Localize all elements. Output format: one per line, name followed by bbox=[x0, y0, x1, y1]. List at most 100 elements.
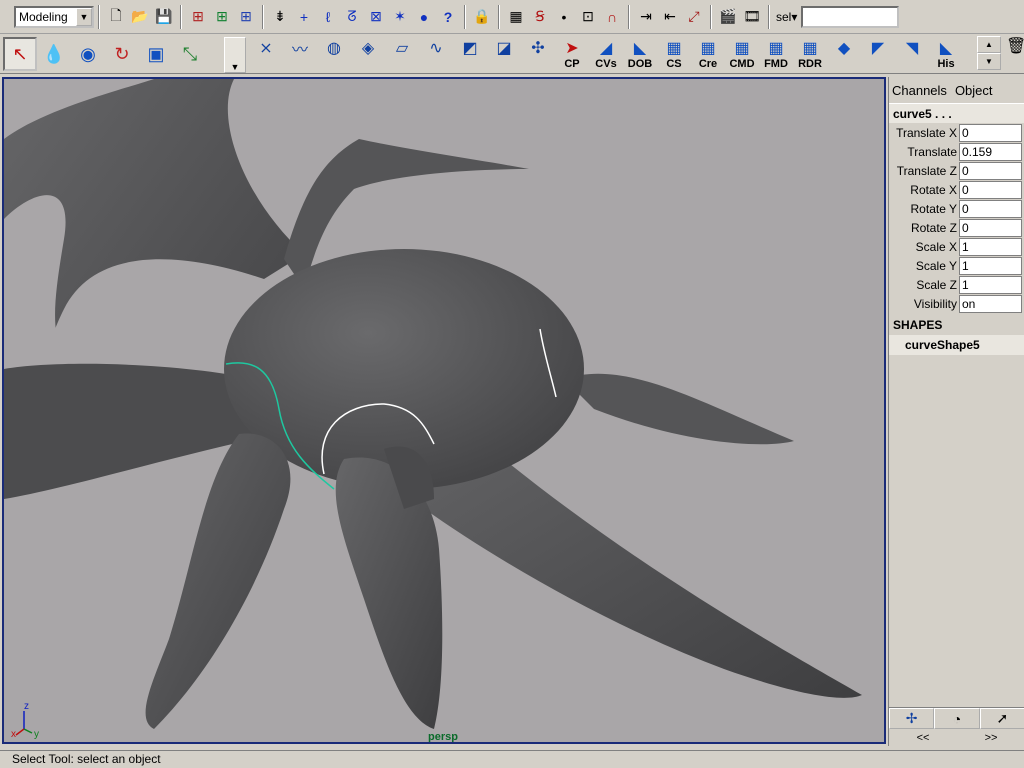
shelf-item[interactable]: ◣ His bbox=[929, 36, 963, 72]
select-mode-label[interactable]: sel ▾ bbox=[776, 10, 797, 24]
attribute-label[interactable]: Rotate Z bbox=[889, 221, 959, 235]
attribute-value-field[interactable]: 1 bbox=[959, 256, 1022, 275]
help-icon[interactable]: ? bbox=[437, 6, 459, 28]
make-live-icon[interactable]: ∩ bbox=[601, 6, 623, 28]
select-tool-icon[interactable]: ↖ bbox=[3, 37, 37, 71]
help-line: Select Tool: select an object bbox=[0, 750, 1024, 768]
trash-icon[interactable]: 🗑 bbox=[1006, 36, 1024, 56]
status-line: Modeling ▼ 🗋 📂 💾 ⊞ ⊞ ⊞ ⇟ + ℓ ᘔ ⊠ ✶ ● ? 🔒… bbox=[0, 0, 1024, 34]
shelf-item[interactable]: ◍ bbox=[317, 36, 351, 72]
select-object-icon[interactable]: ⊞ bbox=[211, 6, 233, 28]
shelf-item[interactable]: ◈ bbox=[351, 36, 385, 72]
shelf-item[interactable]: 〰 bbox=[283, 36, 317, 72]
shelf-item-icon: ◪ bbox=[496, 40, 512, 57]
object-menu[interactable]: Object bbox=[955, 83, 993, 98]
attribute-value-field[interactable]: 0 bbox=[959, 161, 1022, 180]
render-icon[interactable]: 🎬 bbox=[717, 6, 739, 28]
snap-grid-icon[interactable]: ▦ bbox=[505, 6, 527, 28]
select-component-icon[interactable]: ⊞ bbox=[235, 6, 257, 28]
shelf-item[interactable]: ▦ FMD bbox=[759, 36, 793, 72]
shelf-item[interactable]: ✣ bbox=[521, 36, 555, 72]
shelf-item[interactable]: ◩ bbox=[453, 36, 487, 72]
attribute-label[interactable]: Rotate Y bbox=[889, 202, 959, 216]
separator bbox=[98, 4, 100, 29]
attribute-row: Scale Z1 bbox=[889, 275, 1024, 294]
attribute-value-field[interactable]: 0.159 bbox=[959, 142, 1022, 161]
attribute-label[interactable]: Scale Y bbox=[889, 259, 959, 273]
shelf-scroll-up-button[interactable]: ▲ bbox=[977, 36, 1001, 53]
attribute-value-field[interactable]: 0 bbox=[959, 218, 1022, 237]
shelf-item[interactable]: ▦ Cre bbox=[691, 36, 725, 72]
select-dynamics-icon[interactable]: ● bbox=[413, 6, 435, 28]
select-joints-icon[interactable]: ℓ bbox=[317, 6, 339, 28]
open-scene-icon[interactable]: 📂 bbox=[129, 6, 151, 28]
shelf-item[interactable]: ▦ CMD bbox=[725, 36, 759, 72]
separator bbox=[498, 4, 500, 29]
select-by-name-input[interactable] bbox=[801, 5, 900, 28]
manipulator-icon[interactable]: ✢ bbox=[889, 708, 935, 729]
attribute-label[interactable]: Visibility bbox=[889, 297, 959, 311]
shelf-item[interactable]: ◤ bbox=[861, 36, 895, 72]
collapse-icon[interactable]: ⇟ bbox=[269, 6, 291, 28]
attribute-label[interactable]: Scale X bbox=[889, 240, 959, 254]
speed-icon[interactable]: ◔ bbox=[934, 708, 980, 729]
attribute-value-field[interactable]: 0 bbox=[959, 123, 1022, 142]
attribute-label[interactable]: Scale Z bbox=[889, 278, 959, 292]
arrow-icon[interactable]: ➚ bbox=[979, 708, 1024, 729]
shelf-menu-tab[interactable]: ▼ bbox=[224, 37, 246, 73]
menu-set-dropdown[interactable]: Modeling ▼ bbox=[14, 5, 94, 28]
shelf-item[interactable]: ▦ CS bbox=[657, 36, 691, 72]
attribute-value-field[interactable]: 1 bbox=[959, 237, 1022, 256]
shelf-item[interactable]: ◪ bbox=[487, 36, 521, 72]
separator bbox=[710, 4, 712, 29]
snap-point-icon[interactable]: • bbox=[553, 6, 575, 28]
shelf-item-icon: ◍ bbox=[327, 40, 341, 57]
perspective-viewport[interactable]: z x y persp bbox=[2, 77, 886, 744]
object-name[interactable]: curve5 . . . bbox=[889, 103, 1024, 123]
shelf-scroll-down-button[interactable]: ▼ bbox=[977, 53, 1001, 70]
select-curves-icon[interactable]: ᘔ bbox=[341, 6, 363, 28]
input-ops-icon[interactable]: ⇥ bbox=[635, 6, 657, 28]
shelf-item[interactable]: ⨯ bbox=[249, 36, 283, 72]
attribute-value-field[interactable]: 0 bbox=[959, 199, 1022, 218]
snap-view-icon[interactable]: ⊡ bbox=[577, 6, 599, 28]
attribute-value-field[interactable]: on bbox=[959, 294, 1022, 313]
save-scene-icon[interactable]: 💾 bbox=[153, 6, 175, 28]
select-surfaces-icon[interactable]: ⊠ bbox=[365, 6, 387, 28]
shelf-item[interactable]: ◣ DOB bbox=[623, 36, 657, 72]
attribute-label[interactable]: Translate Z bbox=[889, 164, 959, 178]
snap-curve-icon[interactable]: Ꞩ bbox=[529, 6, 551, 28]
shelf-item[interactable]: ◆ bbox=[827, 36, 861, 72]
shape-name[interactable]: curveShape5 bbox=[889, 335, 1024, 355]
lock-icon[interactable]: 🔒 bbox=[471, 6, 493, 28]
ipr-render-icon[interactable]: 🎞 bbox=[741, 6, 763, 28]
shelf-item[interactable]: ◥ bbox=[895, 36, 929, 72]
lasso-tool-icon[interactable]: 💧 bbox=[37, 37, 71, 71]
pager-prev-button[interactable]: << bbox=[889, 731, 957, 745]
attribute-value-field[interactable]: 1 bbox=[959, 275, 1022, 294]
construction-history-icon[interactable]: ⤢ bbox=[683, 6, 705, 28]
attribute-row: Translate Z0 bbox=[889, 161, 1024, 180]
shelf-item[interactable]: ▦ RDR bbox=[793, 36, 827, 72]
attribute-label[interactable]: Translate bbox=[889, 145, 959, 159]
channels-menu[interactable]: Channels bbox=[892, 83, 947, 98]
select-hierarchy-icon[interactable]: ⊞ bbox=[187, 6, 209, 28]
shelf-item[interactable]: ▱ bbox=[385, 36, 419, 72]
shelf-item-label: FMD bbox=[764, 58, 788, 70]
pager-next-button[interactable]: >> bbox=[957, 731, 1024, 745]
show-manipulator-icon[interactable]: ⤡ bbox=[173, 37, 207, 71]
select-handles-icon[interactable]: + bbox=[293, 6, 315, 28]
shelf-item[interactable]: ➤ CP bbox=[555, 36, 589, 72]
rotate-tool-icon[interactable]: ↻ bbox=[105, 37, 139, 71]
output-ops-icon[interactable]: ⇤ bbox=[659, 6, 681, 28]
attribute-value-field[interactable]: 0 bbox=[959, 180, 1022, 199]
scale-tool-icon[interactable]: ▣ bbox=[139, 37, 173, 71]
attribute-label[interactable]: Translate X bbox=[889, 126, 959, 140]
shelf-item[interactable]: ∿ bbox=[419, 36, 453, 72]
chevron-down-icon: ▼ bbox=[76, 7, 92, 26]
select-deformations-icon[interactable]: ✶ bbox=[389, 6, 411, 28]
move-tool-icon[interactable]: ◉ bbox=[71, 37, 105, 71]
new-scene-icon[interactable]: 🗋 bbox=[105, 6, 127, 28]
attribute-label[interactable]: Rotate X bbox=[889, 183, 959, 197]
shelf-item[interactable]: ◢ CVs bbox=[589, 36, 623, 72]
